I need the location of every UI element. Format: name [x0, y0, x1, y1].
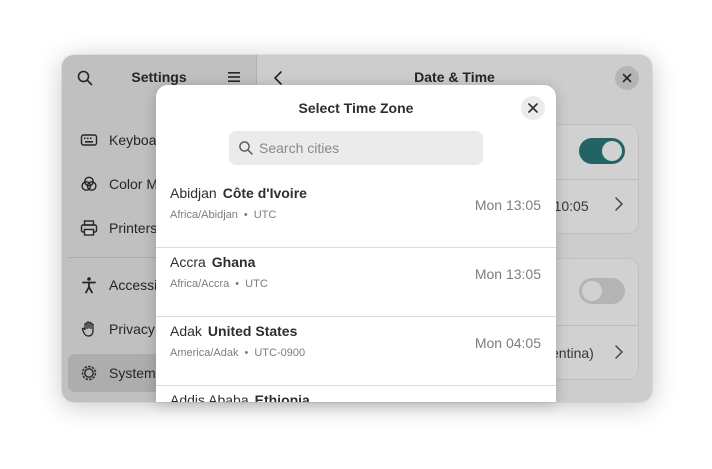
city-search-field[interactable]: [229, 131, 483, 165]
timezone-city: Accra Ghana: [170, 254, 256, 270]
search-icon: [238, 140, 254, 156]
timezone-country: Ghana: [211, 254, 256, 270]
list-item[interactable]: Accra Ghana Africa/Accra • UTC Mon 13:05: [156, 248, 556, 317]
timezone-details: America/Adak • UTC-0900: [170, 347, 306, 359]
timezone-country: Ethiopia: [254, 392, 310, 402]
timezone-time: Mon 13:05: [474, 197, 541, 213]
timezone-time: Mon 04:05: [474, 335, 541, 351]
timezone-time: Mon 13:05: [474, 266, 541, 282]
timezone-details: Africa/Abidjan • UTC: [170, 209, 277, 221]
list-item[interactable]: Adak United States America/Adak • UTC-0900 …: [156, 317, 556, 386]
list-item[interactable]: Abidjan Côte d'Ivoire Africa/Abidjan • UTC …: [156, 179, 556, 248]
list-item[interactable]: Addis Ababa Ethiopia: [156, 386, 556, 402]
close-icon: [528, 103, 538, 113]
timezone-country: Côte d'Ivoire: [222, 185, 307, 201]
timezone-city: Addis Ababa Ethiopia: [170, 392, 310, 402]
timezone-city: Abidjan Côte d'Ivoire: [170, 185, 307, 201]
search-input[interactable]: [259, 131, 474, 165]
timezone-list: Abidjan Côte d'Ivoire Africa/Abidjan • UTC …: [156, 179, 556, 402]
dialog-title: Select Time Zone: [298, 100, 414, 116]
dialog-close-button[interactable]: [521, 96, 545, 120]
timezone-details: Africa/Accra • UTC: [170, 278, 268, 290]
timezone-country: United States: [207, 323, 298, 339]
timezone-city: Adak United States: [170, 323, 298, 339]
select-timezone-dialog: Select Time Zone AbidjanCôte d'Ivoire Af…: [156, 85, 556, 402]
